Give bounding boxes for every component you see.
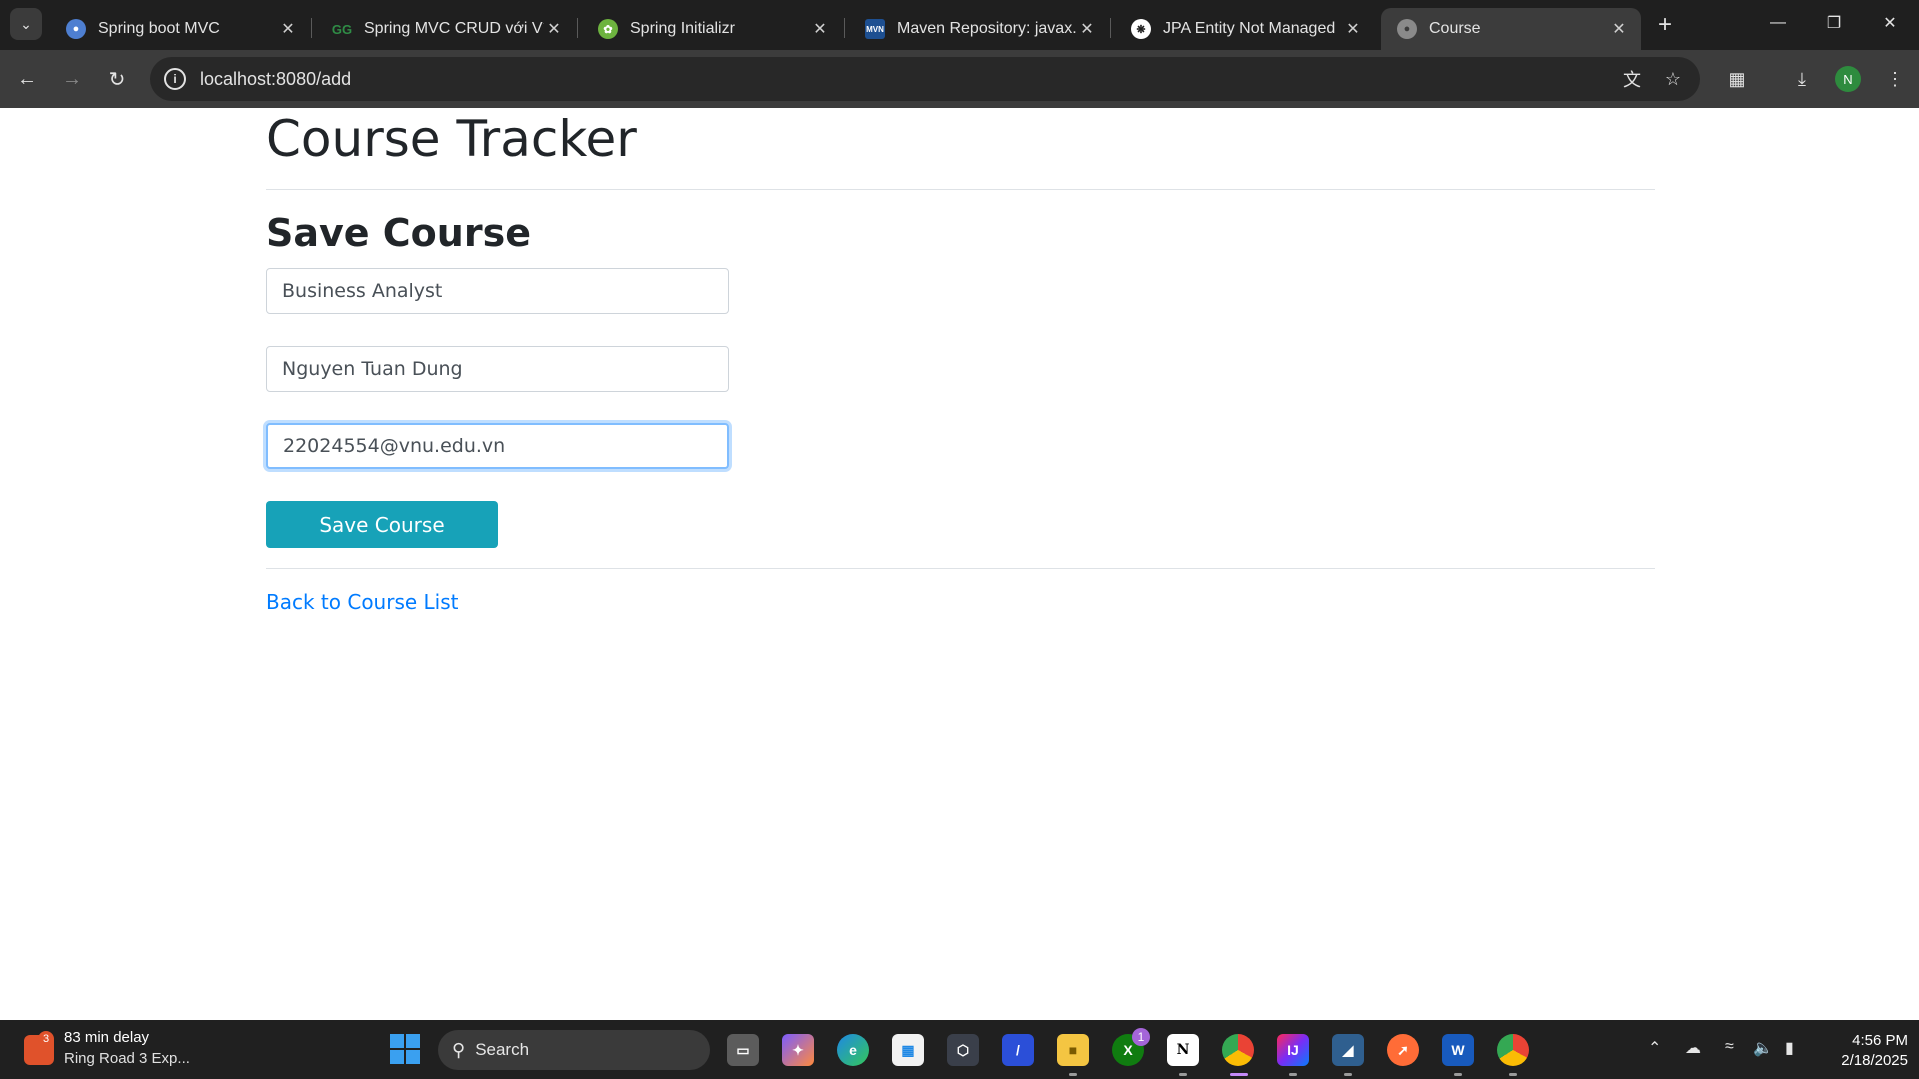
minimize-icon[interactable]: — — [1758, 8, 1798, 38]
close-icon[interactable]: ✕ — [278, 19, 298, 39]
site-info-icon[interactable]: i — [164, 68, 186, 90]
spring-leaf-icon: ✿ — [598, 19, 618, 39]
running-indicator — [1289, 1073, 1297, 1076]
tab-divider — [1110, 18, 1111, 38]
divider — [266, 189, 1655, 190]
microsoft-store-icon[interactable]: ▦ — [892, 1034, 924, 1066]
tab-spring-boot-mvc[interactable]: ● Spring boot MVC ✕ — [50, 8, 310, 50]
running-indicator — [1344, 1073, 1352, 1076]
download-icon[interactable]: ⤓ — [1787, 64, 1817, 94]
tab-title: JPA Entity Not Managed — [1163, 20, 1336, 37]
notion-icon[interactable]: N — [1167, 1034, 1199, 1066]
forward-arrow-icon[interactable]: → — [55, 62, 89, 96]
address-bar[interactable]: i localhost:8080/add — [150, 57, 1700, 101]
tab-title: Spring Initializr — [630, 20, 735, 37]
microsoft-word-icon[interactable]: W — [1442, 1034, 1474, 1066]
search-icon: ⚲ — [452, 1039, 466, 1060]
mysql-workbench-icon[interactable]: ◢ — [1332, 1034, 1364, 1066]
tab-title: Maven Repository: javax.pe — [897, 20, 1077, 37]
unity-hub-icon[interactable]: ⬡ — [947, 1034, 979, 1066]
email-input[interactable] — [266, 423, 729, 469]
task-view-icon[interactable]: ▭ — [727, 1034, 759, 1066]
active-app-indicator — [1230, 1073, 1248, 1076]
copilot-icon[interactable]: ✦ — [782, 1034, 814, 1066]
reload-icon[interactable]: ↻ — [100, 62, 134, 96]
page-content: Course Tracker Save Course Save Course B… — [0, 108, 1919, 1020]
tab-spring-initializr[interactable]: ✿ Spring Initializr ✕ — [582, 8, 842, 50]
battery-icon[interactable]: ▮ — [1785, 1038, 1794, 1058]
tab-title: Course — [1429, 20, 1481, 37]
windows-taskbar: 3 83 min delay Ring Road 3 Exp... ⚲ Sear… — [0, 1020, 1919, 1079]
chrome-profile-icon[interactable] — [1497, 1034, 1529, 1066]
close-icon[interactable]: ✕ — [810, 19, 830, 39]
edge-browser-icon[interactable]: e — [837, 1034, 869, 1066]
page-title: Course Tracker — [266, 110, 637, 168]
extensions-puzzle-icon[interactable]: ▦ — [1722, 64, 1752, 94]
tab-title: Spring MVC CRUD với Ví dụ — [364, 20, 544, 37]
globe-icon: ● — [66, 19, 86, 39]
file-explorer-icon[interactable]: ■ — [1057, 1034, 1089, 1066]
close-icon[interactable]: ✕ — [1343, 19, 1363, 39]
course-name-input[interactable] — [266, 268, 729, 314]
traffic-widget[interactable]: 3 83 min delay Ring Road 3 Exp... — [24, 1029, 194, 1071]
globe-icon: ● — [1397, 19, 1417, 39]
new-tab-plus-icon[interactable]: + — [1650, 10, 1680, 40]
running-indicator — [1454, 1073, 1462, 1076]
clock-time: 4:56 PM — [1852, 1032, 1908, 1049]
close-icon[interactable]: ✕ — [544, 19, 564, 39]
clock-date: 2/18/2025 — [1841, 1052, 1908, 1069]
profile-avatar[interactable]: N — [1835, 66, 1861, 92]
xbox-badge: 1 — [1132, 1028, 1150, 1046]
notification-badge: 3 — [38, 1031, 54, 1047]
save-course-button[interactable]: Save Course — [266, 501, 498, 548]
tab-course[interactable]: ● Course ✕ — [1381, 8, 1641, 50]
onedrive-cloud-icon[interactable]: ☁ — [1685, 1038, 1701, 1058]
close-icon[interactable]: ✕ — [1609, 19, 1629, 39]
geeksforgeeks-icon: GG — [331, 21, 353, 37]
tab-divider — [311, 18, 312, 38]
tab-search-chevron-icon[interactable]: ⌄ — [10, 8, 42, 40]
show-hidden-icons-chevron-icon[interactable]: ⌃ — [1648, 1038, 1661, 1058]
taskbar-search-box[interactable]: ⚲ Search — [438, 1030, 710, 1070]
visual-studio-code-icon[interactable]: / — [1002, 1034, 1034, 1066]
tab-spring-mvc-crud[interactable]: GG Spring MVC CRUD với Ví dụ ✕ — [316, 8, 576, 50]
running-indicator — [1069, 1073, 1077, 1076]
section-heading: Save Course — [266, 211, 531, 255]
maven-repository-icon: MVN — [865, 19, 885, 39]
openai-icon: ❋ — [1131, 19, 1151, 39]
windows-start-icon[interactable] — [390, 1034, 420, 1064]
back-to-course-list-link[interactable]: Back to Course List — [266, 590, 459, 614]
browser-toolbar: ← → ↻ i localhost:8080/add 文 ☆ ▦ ⤓ ⋮ — [0, 50, 1919, 108]
tab-divider — [577, 18, 578, 38]
tab-maven-repository[interactable]: MVN Maven Repository: javax.pe ✕ — [849, 8, 1109, 50]
traffic-delay-text: 83 min delay — [64, 1029, 150, 1046]
url-text[interactable]: localhost:8080/add — [200, 69, 351, 90]
running-indicator — [1509, 1073, 1517, 1076]
translate-icon[interactable]: 文 — [1617, 64, 1647, 94]
postman-icon[interactable]: ➚ — [1387, 1034, 1419, 1066]
speaker-muted-icon[interactable]: 🔈 — [1753, 1038, 1773, 1058]
browser-tab-strip: ⌄ ● Spring boot MVC ✕ GG Spring MVC CRUD… — [0, 0, 1919, 50]
wifi-icon[interactable]: ≈ — [1725, 1038, 1734, 1056]
window-close-icon[interactable]: ✕ — [1870, 8, 1910, 38]
chrome-icon[interactable] — [1222, 1034, 1254, 1066]
tab-divider — [844, 18, 845, 38]
search-label: Search — [475, 1040, 530, 1059]
divider — [266, 568, 1655, 569]
system-clock[interactable]: 4:56 PM 2/18/2025 — [1818, 1031, 1908, 1071]
tab-jpa-entity-not-managed[interactable]: ❋ JPA Entity Not Managed ✕ — [1115, 8, 1375, 50]
close-icon[interactable]: ✕ — [1077, 19, 1097, 39]
restore-icon[interactable]: ❐ — [1814, 8, 1854, 38]
tab-title: Spring boot MVC — [98, 20, 220, 37]
more-menu-icon[interactable]: ⋮ — [1880, 64, 1910, 94]
running-indicator — [1179, 1073, 1187, 1076]
traffic-route-text: Ring Road 3 Exp... — [64, 1050, 190, 1067]
instructor-input[interactable] — [266, 346, 729, 392]
back-arrow-icon[interactable]: ← — [10, 62, 44, 96]
intellij-idea-icon[interactable]: IJ — [1277, 1034, 1309, 1066]
bookmark-star-icon[interactable]: ☆ — [1658, 64, 1688, 94]
